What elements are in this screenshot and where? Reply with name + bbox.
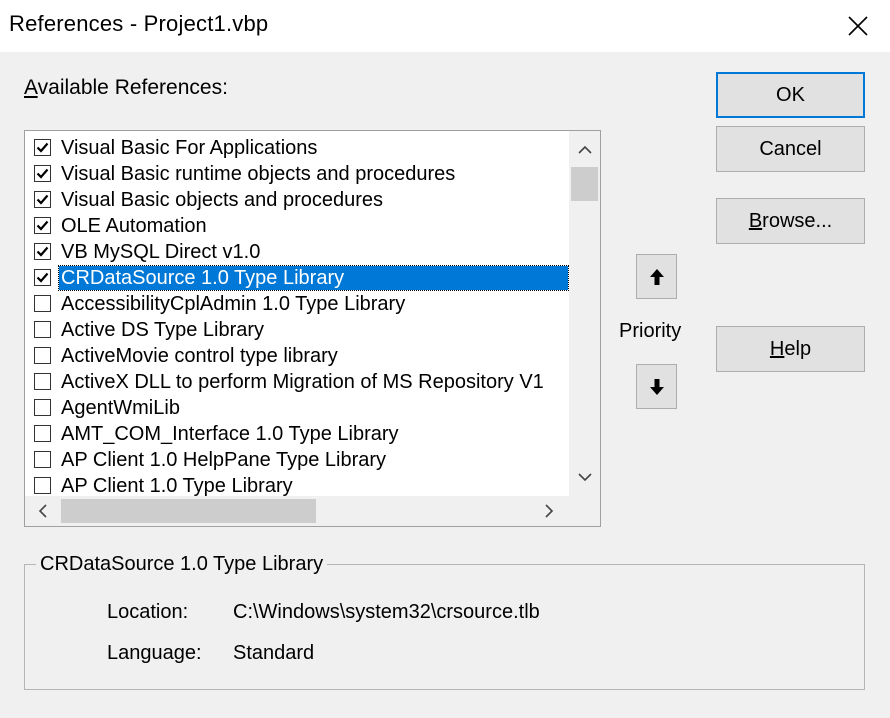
reference-checkbox[interactable]	[34, 399, 51, 416]
reference-item[interactable]: Visual Basic For Applications	[25, 135, 569, 161]
reference-label: Visual Basic objects and procedures	[61, 189, 384, 211]
title-bar: References - Project1.vbp	[0, 0, 890, 52]
reference-label: ActiveX DLL to perform Migration of MS R…	[61, 371, 544, 393]
checkmark-icon	[36, 246, 49, 257]
reference-label: Visual Basic For Applications	[61, 137, 318, 159]
vertical-scrollbar[interactable]	[569, 131, 600, 496]
reference-item[interactable]: AMT_COM_Interface 1.0 Type Library	[25, 421, 569, 447]
reference-label: CRDataSource 1.0 Type Library	[58, 265, 569, 291]
references-list: Visual Basic For Applications Visual Basi…	[25, 135, 569, 496]
checkmark-icon	[36, 142, 49, 153]
close-button[interactable]	[836, 6, 880, 46]
reference-checkbox[interactable]	[34, 425, 51, 442]
horizontal-scrollbar[interactable]	[25, 496, 569, 526]
reference-checkbox[interactable]	[34, 321, 51, 338]
priority-up-button[interactable]	[636, 254, 677, 299]
scroll-down-button[interactable]	[569, 462, 600, 492]
location-value: C:\Windows\system32\crsource.tlb	[233, 601, 540, 623]
available-references-label: Available References:	[24, 76, 228, 99]
reference-label: ActiveMovie control type library	[61, 345, 338, 367]
reference-item[interactable]: Active DS Type Library	[25, 317, 569, 343]
reference-checkbox[interactable]	[34, 477, 51, 494]
language-value: Standard	[233, 642, 315, 664]
reference-label: AccessibilityCplAdmin 1.0 Type Library	[61, 293, 406, 315]
reference-label: AgentWmiLib	[61, 397, 180, 419]
reference-label: Active DS Type Library	[61, 319, 265, 341]
arrow-up-icon	[649, 268, 664, 285]
priority-down-button[interactable]	[636, 364, 677, 409]
reference-checkbox[interactable]	[34, 451, 51, 468]
reference-details-group	[24, 564, 865, 690]
references-listbox[interactable]: Visual Basic For Applications Visual Basi…	[24, 130, 601, 527]
language-label: Language:	[107, 642, 202, 664]
checkmark-icon	[36, 220, 49, 231]
arrow-down-icon	[649, 378, 664, 395]
scroll-right-button[interactable]	[534, 496, 564, 526]
chevron-down-icon	[577, 473, 592, 482]
reference-checkbox[interactable]	[34, 165, 51, 182]
scrollbar-corner	[569, 496, 600, 526]
reference-item[interactable]: ActiveMovie control type library	[25, 343, 569, 369]
reference-checkbox[interactable]	[34, 191, 51, 208]
scroll-up-button[interactable]	[569, 135, 600, 165]
reference-checkbox[interactable]	[34, 269, 51, 286]
reference-label: OLE Automation	[61, 215, 207, 237]
reference-checkbox[interactable]	[34, 347, 51, 364]
checkmark-icon	[36, 272, 49, 283]
reference-item[interactable]: AP Client 1.0 HelpPane Type Library	[25, 447, 569, 473]
help-button[interactable]: Help	[716, 326, 865, 372]
chevron-right-icon	[545, 504, 554, 518]
ok-button[interactable]: OK	[716, 72, 865, 118]
reference-item[interactable]: Visual Basic objects and procedures	[25, 187, 569, 213]
chevron-up-icon	[577, 145, 592, 154]
reference-checkbox[interactable]	[34, 139, 51, 156]
reference-item[interactable]: ActiveX DLL to perform Migration of MS R…	[25, 369, 569, 395]
reference-label: VB MySQL Direct v1.0	[61, 241, 261, 263]
reference-details-caption: CRDataSource 1.0 Type Library	[36, 553, 328, 576]
chevron-left-icon	[38, 504, 47, 518]
reference-item[interactable]: AgentWmiLib	[25, 395, 569, 421]
reference-checkbox[interactable]	[34, 217, 51, 234]
close-icon	[848, 16, 868, 36]
horizontal-scroll-thumb[interactable]	[61, 499, 316, 523]
reference-item[interactable]: CRDataSource 1.0 Type Library	[25, 265, 569, 291]
reference-checkbox[interactable]	[34, 373, 51, 390]
window-title: References - Project1.vbp	[9, 11, 269, 36]
cancel-button[interactable]: Cancel	[716, 126, 865, 172]
reference-item[interactable]: Visual Basic runtime objects and procedu…	[25, 161, 569, 187]
checkmark-icon	[36, 194, 49, 205]
reference-item[interactable]: VB MySQL Direct v1.0	[25, 239, 569, 265]
reference-item[interactable]: AccessibilityCplAdmin 1.0 Type Library	[25, 291, 569, 317]
checkmark-icon	[36, 168, 49, 179]
vertical-scroll-thumb[interactable]	[571, 167, 598, 201]
priority-label: Priority	[619, 320, 682, 342]
reference-item[interactable]: OLE Automation	[25, 213, 569, 239]
reference-checkbox[interactable]	[34, 243, 51, 260]
scroll-left-button[interactable]	[28, 496, 58, 526]
reference-label: AP Client 1.0 Type Library	[61, 475, 293, 496]
location-label: Location:	[107, 601, 189, 623]
reference-checkbox[interactable]	[34, 295, 51, 312]
reference-label: AP Client 1.0 HelpPane Type Library	[61, 449, 387, 471]
reference-item[interactable]: AP Client 1.0 Type Library	[25, 473, 569, 496]
reference-label: AMT_COM_Interface 1.0 Type Library	[61, 423, 399, 445]
browse-button[interactable]: Browse...	[716, 198, 865, 244]
reference-label: Visual Basic runtime objects and procedu…	[61, 163, 456, 185]
